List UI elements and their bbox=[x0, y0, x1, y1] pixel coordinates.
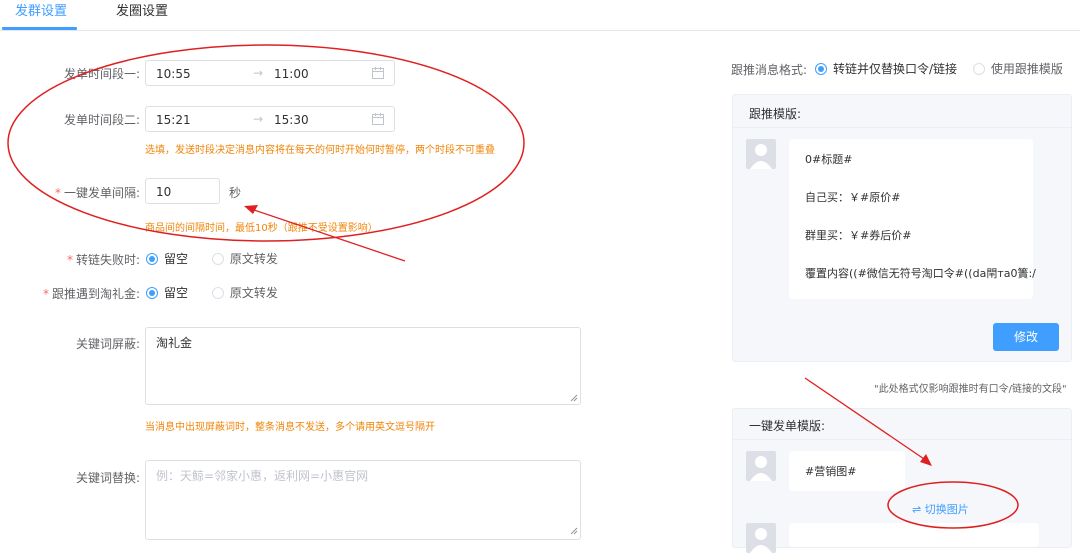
tlj-label: * 跟推遇到淘礼金: bbox=[0, 285, 140, 302]
link-fail-option-forward[interactable]: 原文转发 bbox=[211, 250, 278, 267]
range-arrow-icon: → bbox=[253, 66, 264, 80]
link-fail-option-blank[interactable]: 留空 bbox=[146, 250, 188, 267]
tab-moments-settings[interactable]: 发圈设置 bbox=[116, 0, 168, 28]
format-radio-group: 转链并仅替换口令/链接 使用跟推模版 bbox=[815, 60, 1063, 77]
period1-start[interactable]: 10:55 bbox=[156, 67, 191, 81]
follow-template-bubble: 0#标题# 自己买：￥#原价# 群里买：￥#券后价# 覆置内容((#微信无符号淘… bbox=[789, 139, 1036, 299]
format-option-template[interactable]: 使用跟推模版 bbox=[972, 60, 1063, 77]
tlj-radio-group: 留空 原文转发 bbox=[146, 284, 298, 301]
tlj-label-text: 跟推遇到淘礼金: bbox=[51, 287, 140, 301]
template-line: 自己买：￥#原价# bbox=[805, 191, 901, 204]
interval-label: * 一键发单间隔: bbox=[0, 184, 140, 201]
template-line: 0#标题# bbox=[805, 153, 853, 166]
one-key-template-title: 一键发单模版: bbox=[749, 419, 826, 433]
tab-group-settings[interactable]: 发群设置 bbox=[15, 0, 67, 28]
user-avatar-icon bbox=[750, 456, 772, 481]
format-note: "此处格式仅影响跟推时有口令/链接的文段" bbox=[874, 384, 1067, 395]
format-label: 跟推消息格式: bbox=[731, 63, 808, 77]
user-avatar-icon bbox=[750, 144, 772, 169]
switch-icon: ⇌ bbox=[912, 503, 922, 516]
template-line: 覆置内容((#微信无符号淘口令#((da閈тa0簀:/ bbox=[805, 267, 1036, 280]
keyword-replace-placeholder: 例：天鲸=邻家小惠，返利网=小惠官网 bbox=[156, 469, 369, 483]
required-mark: * bbox=[42, 287, 49, 301]
resize-handle-icon[interactable] bbox=[570, 527, 578, 535]
range-arrow-icon: → bbox=[253, 112, 264, 126]
tab-active-indicator bbox=[2, 27, 77, 30]
period2-range-picker[interactable]: 15:21 → 15:30 bbox=[145, 106, 395, 132]
period1-end[interactable]: 11:00 bbox=[274, 67, 309, 81]
link-fail-label-text: 转链失败时: bbox=[75, 253, 140, 267]
annotation-arrowhead bbox=[244, 205, 258, 214]
one-key-template-bubble: #营销图# bbox=[789, 451, 905, 491]
avatar bbox=[746, 523, 776, 553]
required-mark: * bbox=[66, 253, 73, 267]
format-option-convert[interactable]: 转链并仅替换口令/链接 bbox=[815, 60, 957, 77]
one-key-template-line: #营销图# bbox=[805, 465, 857, 478]
keyword-block-textarea[interactable]: 淘礼金 bbox=[145, 327, 581, 405]
link-fail-label: * 转链失败时: bbox=[0, 251, 140, 268]
user-avatar-icon bbox=[750, 528, 772, 553]
keyword-block-value: 淘礼金 bbox=[156, 336, 193, 350]
switch-image-label: 切换图片 bbox=[924, 503, 969, 516]
interval-unit: 秒 bbox=[229, 186, 242, 200]
interval-label-text: 一键发单间隔: bbox=[63, 186, 140, 200]
keyword-block-hint: 当消息中出现屏蔽词时，整条消息不发送，多个请用英文逗号隔开 bbox=[145, 422, 435, 433]
template-line: 群里买：￥#券后价# bbox=[805, 229, 912, 242]
follow-template-title: 跟推模版: bbox=[749, 107, 802, 121]
avatar bbox=[746, 451, 776, 481]
keyword-replace-label: 关键词替换: bbox=[75, 471, 140, 485]
required-mark: * bbox=[54, 186, 61, 200]
period2-start[interactable]: 15:21 bbox=[156, 113, 191, 127]
calendar-icon bbox=[372, 67, 384, 79]
tlj-option-forward[interactable]: 原文转发 bbox=[211, 284, 278, 301]
follow-template-panel: 跟推模版: 0#标题# 自己买：￥#原价# 群里买：￥#券后价# 覆置内容((#… bbox=[732, 94, 1072, 362]
avatar bbox=[746, 139, 776, 169]
edit-template-button[interactable]: 修改 bbox=[993, 323, 1059, 351]
panel-divider bbox=[733, 439, 1071, 440]
keyword-replace-textarea[interactable]: 例：天鲸=邻家小惠，返利网=小惠官网 bbox=[145, 460, 581, 540]
keyword-block-label: 关键词屏蔽: bbox=[75, 337, 140, 351]
one-key-template-bubble bbox=[789, 523, 1039, 547]
tab-bar: 发群设置 发圈设置 bbox=[0, 0, 1080, 31]
interval-hint: 商品间的间隔时间，最低10秒（跟推不受设置影响） bbox=[145, 223, 378, 234]
period2-end[interactable]: 15:30 bbox=[274, 113, 309, 127]
interval-input[interactable]: 10 bbox=[145, 178, 220, 204]
tlj-option-blank[interactable]: 留空 bbox=[146, 284, 188, 301]
period1-label: 发单时间段一: bbox=[63, 67, 140, 81]
calendar-icon bbox=[372, 113, 384, 125]
one-key-template-panel: 一键发单模版: #营销图# bbox=[732, 408, 1072, 553]
link-fail-radio-group: 留空 原文转发 bbox=[146, 250, 298, 267]
resize-handle-icon[interactable] bbox=[570, 394, 578, 402]
switch-image-link[interactable]: ⇌ 切换图片 bbox=[912, 501, 969, 517]
period-hint: 选填，发送时段决定消息内容将在每天的何时开始何时暂停，两个时段不可重叠 bbox=[145, 145, 495, 156]
panel-divider bbox=[733, 127, 1071, 128]
period1-range-picker[interactable]: 10:55 → 11:00 bbox=[145, 60, 395, 86]
period2-label: 发单时间段二: bbox=[63, 113, 140, 127]
